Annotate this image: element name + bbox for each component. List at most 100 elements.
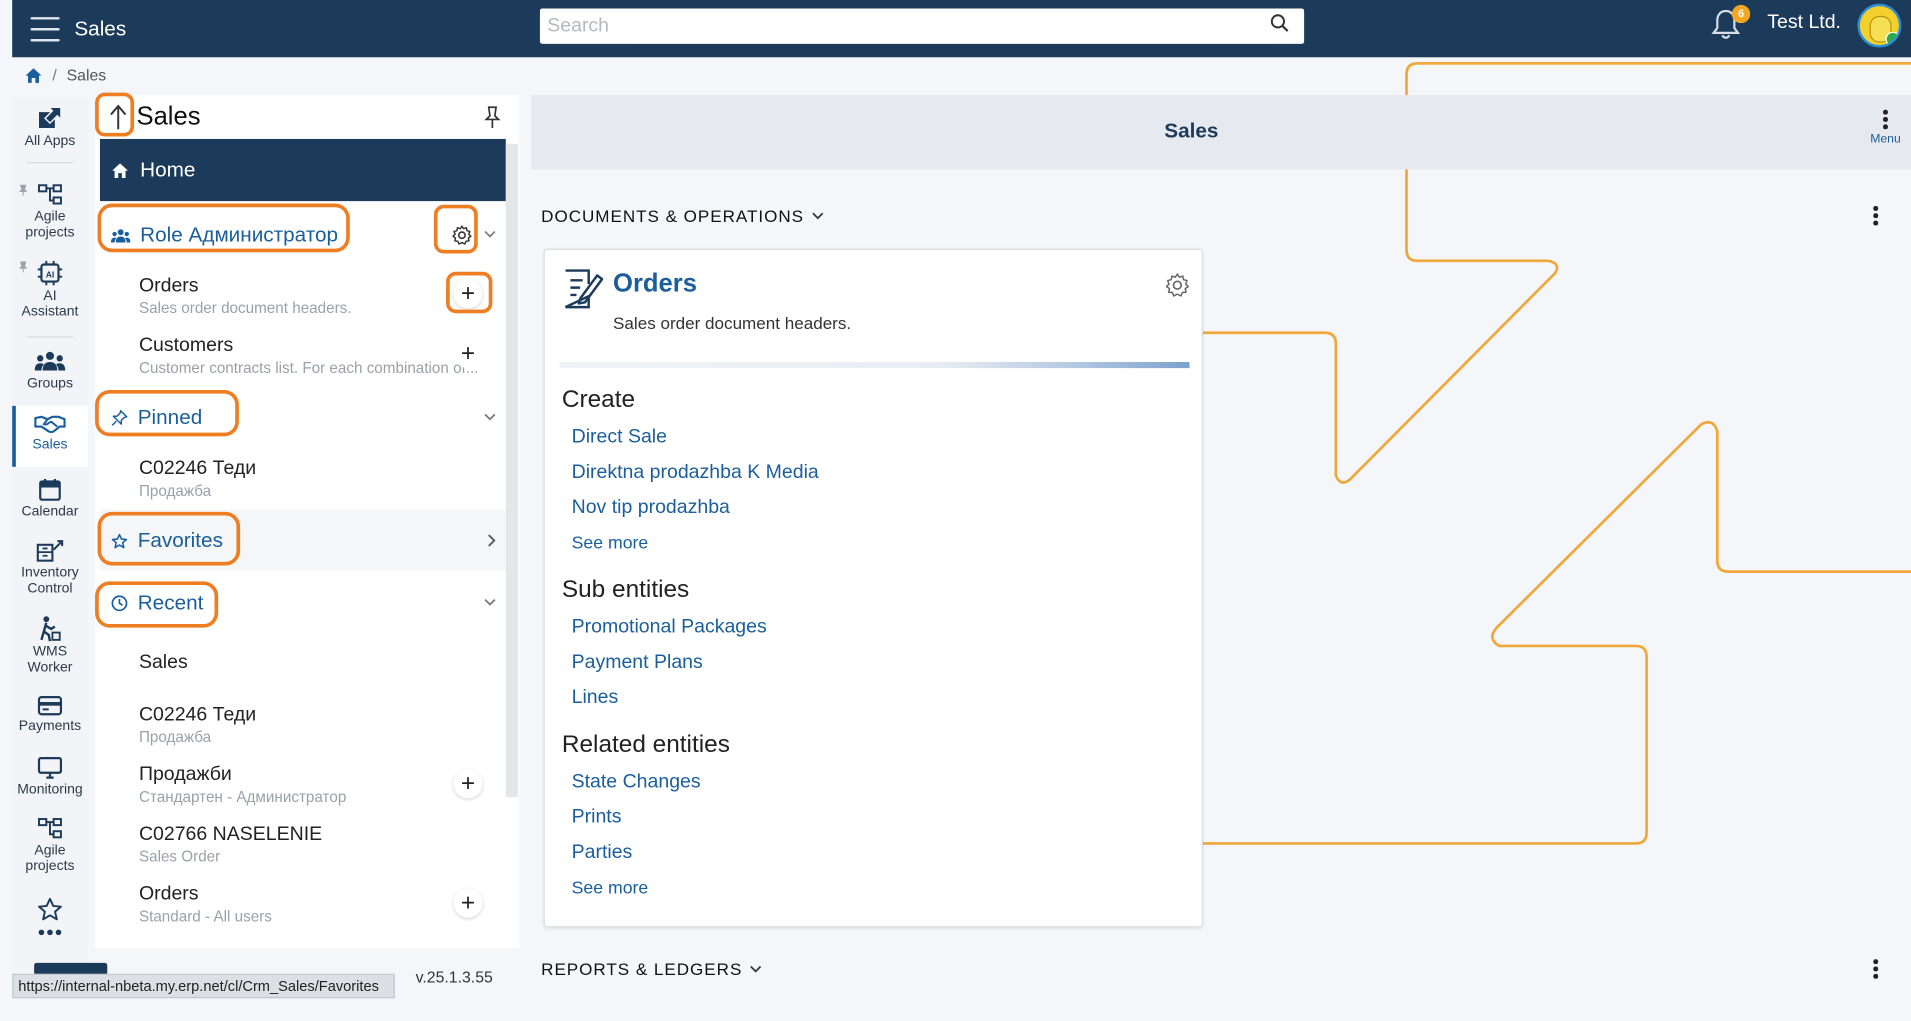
nav-item-subtitle: Sales Order: [138, 848, 221, 866]
link-promotional-packages[interactable]: Promotional Packages: [572, 617, 767, 639]
link-prints[interactable]: Prints: [572, 807, 622, 829]
add-customer-button[interactable]: +: [453, 338, 483, 369]
rail-item-calendar[interactable]: Calendar: [12, 478, 88, 521]
orders-card: Orders Sales order document headers. Cre…: [543, 248, 1203, 928]
rail-favorites-button[interactable]: [12, 897, 88, 924]
app-root: Sales 6 Test Ltd. / Sales All Apps: [0, 0, 1911, 1021]
link-direktna-prodazhba[interactable]: Direktna prodazhba K Media: [572, 462, 819, 484]
add-order-button[interactable]: +: [453, 279, 483, 309]
svg-text:AI: AI: [46, 269, 55, 279]
search-icon[interactable]: [1270, 13, 1297, 39]
section-documents-operations[interactable]: DOCUMENTS & OPERATIONS: [541, 205, 823, 226]
rail-label: Agile projects: [25, 843, 75, 874]
rail-label: WMS Worker: [27, 644, 73, 676]
nav-item-recent[interactable]: Продажби Стандартен - Администратор: [139, 764, 505, 805]
pin-panel-icon[interactable]: [483, 105, 503, 129]
rail-label: AI Assistant: [21, 288, 79, 320]
nav-item-subtitle: Продажба: [138, 482, 212, 500]
nav-home-label: Home: [140, 157, 196, 181]
nav-item-title: C02766 NASELENIE: [138, 823, 323, 845]
gear-icon[interactable]: [451, 224, 473, 246]
group-title-related-entities: Related entities: [561, 731, 730, 759]
home-icon[interactable]: [24, 66, 42, 83]
section-recent-label: Recent: [137, 591, 204, 615]
rail-item-all-apps[interactable]: All Apps: [12, 105, 88, 150]
hierarchy-icon: [38, 818, 62, 839]
link-direct-sale[interactable]: Direct Sale: [572, 427, 667, 449]
chevron-down-icon: [750, 965, 762, 972]
rail-item-agile-projects-2[interactable]: Agile projects: [12, 817, 88, 876]
rail-divider: [26, 336, 74, 338]
nav-item-recent[interactable]: C02766 NASELENIE Sales Order: [139, 824, 505, 865]
rail-item-ai-assistant[interactable]: AI AI Assistant: [12, 260, 88, 321]
nav-item-orders[interactable]: Orders Sales order document headers.: [139, 275, 505, 316]
rail-item-agile-projects[interactable]: Agile projects: [12, 183, 88, 242]
nav-item-pinned[interactable]: C02246 Теди Продажба: [139, 458, 505, 499]
rail-item-sales[interactable]: Sales: [12, 405, 88, 467]
status-bar-url: https://internal-nbeta.my.erp.net/cl/Crm…: [12, 973, 395, 999]
link-parties[interactable]: Parties: [572, 842, 633, 864]
external-link-icon: [39, 106, 62, 128]
avatar[interactable]: [1857, 3, 1902, 48]
nav-item-customers[interactable]: Customers Customer contracts list. For e…: [139, 335, 505, 376]
rail-item-payments[interactable]: Payments: [12, 695, 88, 735]
section-role-label: Role Администратор: [140, 223, 339, 247]
search-input[interactable]: [539, 15, 1270, 38]
section-title: REPORTS & LEDGERS: [541, 959, 743, 979]
nav-item-recent[interactable]: C02246 Теди Продажба: [139, 704, 505, 745]
add-button[interactable]: +: [453, 888, 483, 918]
nav-item-subtitle: Standard - All users: [138, 908, 272, 926]
section-options-kebab-icon[interactable]: [1872, 205, 1879, 228]
rail-item-monitoring[interactable]: Monitoring: [12, 756, 88, 799]
section-pinned[interactable]: Pinned: [100, 402, 506, 434]
rail-label: Agile projects: [25, 209, 75, 241]
chevron-down-icon[interactable]: [484, 230, 496, 239]
chevron-down-icon[interactable]: [484, 598, 496, 607]
chevron-right-icon[interactable]: [488, 534, 497, 547]
link-payment-plans[interactable]: Payment Plans: [572, 652, 703, 674]
menu-button[interactable]: Menu: [1865, 109, 1906, 146]
section-reports-ledgers[interactable]: REPORTS & LEDGERS: [541, 959, 762, 979]
chevron-down-icon[interactable]: [484, 413, 496, 422]
link-see-more-create[interactable]: See more: [572, 534, 649, 554]
section-title: DOCUMENTS & OPERATIONS: [541, 205, 805, 226]
page-title: Sales: [1164, 119, 1219, 143]
rail-item-wms-worker[interactable]: WMS Worker: [12, 615, 88, 676]
add-button[interactable]: +: [453, 769, 483, 799]
notifications-button[interactable]: 6: [1710, 4, 1751, 44]
hamburger-menu-icon[interactable]: [30, 16, 60, 41]
nav-home[interactable]: Home: [99, 138, 506, 202]
users-icon: [110, 228, 131, 242]
star-icon: [111, 533, 128, 549]
breadcrumb-current[interactable]: Sales: [67, 66, 107, 84]
section-recent[interactable]: Recent: [100, 587, 506, 619]
search-box[interactable]: [539, 8, 1305, 44]
link-lines[interactable]: Lines: [572, 687, 619, 709]
link-state-changes[interactable]: State Changes: [572, 772, 701, 794]
panel-title: Sales: [136, 102, 201, 131]
rail-item-groups[interactable]: Groups: [12, 350, 88, 393]
nav-item-recent[interactable]: Orders Standard - All users: [139, 884, 505, 925]
link-see-more-related[interactable]: See more: [572, 879, 649, 899]
breadcrumb-separator: /: [52, 65, 57, 85]
panel-scrollbar[interactable]: [505, 143, 518, 798]
rail-more-button[interactable]: [12, 926, 88, 942]
section-role[interactable]: Role Администратор: [100, 219, 506, 251]
nav-item-subtitle: Sales order document headers.: [138, 299, 352, 317]
company-name[interactable]: Test Ltd.: [1767, 12, 1841, 34]
nav-item-recent[interactable]: Sales: [139, 652, 505, 674]
rail-item-inventory-control[interactable]: Inventory Control: [12, 539, 88, 598]
notification-badge: 6: [1731, 4, 1751, 24]
nav-item-subtitle: Стандартен - Администратор: [138, 788, 347, 806]
card-title[interactable]: Orders: [613, 269, 697, 298]
kebab-icon: [1882, 109, 1889, 129]
gear-icon[interactable]: [1164, 272, 1191, 299]
up-arrow-icon[interactable]: [105, 102, 132, 131]
chevron-down-icon: [811, 212, 823, 219]
section-favorites[interactable]: Favorites: [100, 525, 506, 557]
section-options-kebab-icon[interactable]: [1872, 959, 1879, 981]
rail-label: Monitoring: [17, 782, 83, 798]
rail-label: Payments: [18, 719, 82, 734]
nav-item-subtitle: Customer contracts list. For each combin…: [138, 359, 479, 377]
link-nov-tip-prodazhba[interactable]: Nov tip prodazhba: [572, 497, 730, 519]
